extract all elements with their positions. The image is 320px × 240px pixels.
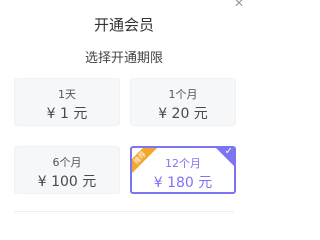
close-icon[interactable]: ✕ xyxy=(234,0,244,10)
plan-card-6-months[interactable]: 6个月 ¥ 100 元 xyxy=(14,146,120,194)
plan-label: 1天 xyxy=(58,88,76,101)
plan-price: ¥ 180 元 xyxy=(153,175,213,191)
page-title: 开通会员 xyxy=(93,16,154,34)
plan-label: 6个月 xyxy=(52,156,82,169)
plan-label: 12个月 xyxy=(165,157,201,170)
plan-price: ¥ 1 元 xyxy=(46,106,88,122)
plan-price: ¥ 20 元 xyxy=(158,106,208,122)
plan-card-1-day[interactable]: 1天 ¥ 1 元 xyxy=(14,78,120,126)
duration-subtitle: 选择开通期限 xyxy=(84,51,163,66)
plan-card-1-month[interactable]: 1个月 ¥ 20 元 xyxy=(130,78,236,126)
plan-price: ¥ 100 元 xyxy=(37,174,97,190)
plan-card-12-months[interactable]: 推荐 ✓ 12个月 ¥ 180 元 xyxy=(130,146,236,194)
divider xyxy=(14,211,234,212)
membership-dialog: ✕ 开通会员 选择开通期限 1天 ¥ 1 元 1个月 ¥ 20 元 6个月 ¥ … xyxy=(0,0,248,214)
plan-label: 1个月 xyxy=(168,88,198,101)
